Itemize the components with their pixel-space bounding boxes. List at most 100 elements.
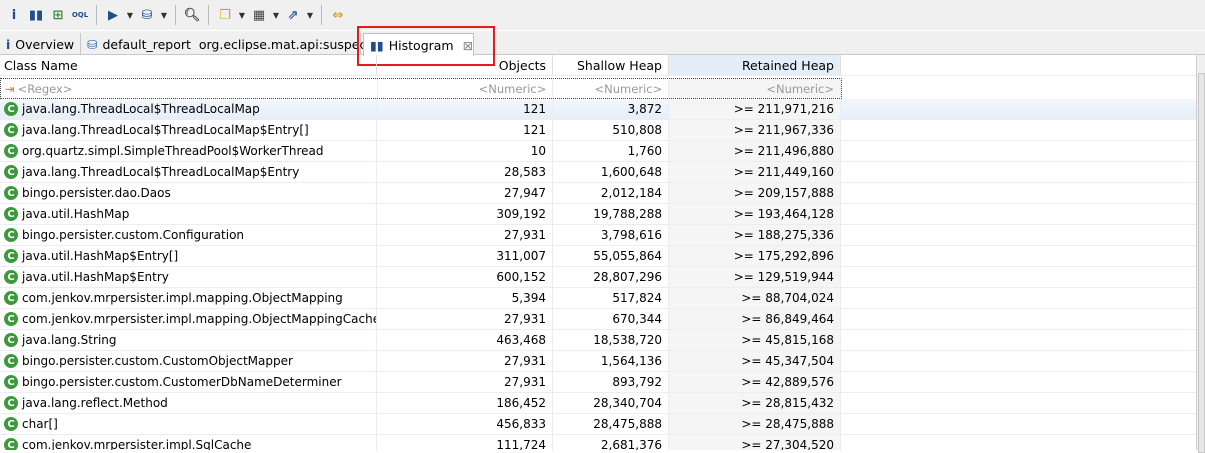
class-name-cell: Cjava.lang.ThreadLocal$ThreadLocalMap$En… bbox=[0, 120, 377, 140]
class-name: java.util.HashMap$Entry[] bbox=[22, 249, 179, 263]
table-row[interactable]: Cjava.util.HashMap$Entry[] 311,007 55,05… bbox=[0, 246, 1196, 267]
histogram-table: Class Name Objects Shallow Heap Retained… bbox=[0, 55, 1196, 450]
search-icon[interactable]: 🔍︎ bbox=[182, 5, 202, 25]
editor-tabs: i Overview ⛁ default_report org.eclipse.… bbox=[0, 31, 1205, 56]
chevron-down-icon[interactable]: ▼ bbox=[305, 11, 315, 20]
shallow-heap-filter[interactable]: <Numeric> bbox=[553, 79, 670, 98]
column-header-retained-heap[interactable]: Retained Heap bbox=[669, 55, 841, 75]
shallow-heap-cell: 3,798,616 bbox=[553, 225, 669, 245]
chevron-down-icon[interactable]: ▼ bbox=[271, 11, 281, 20]
class-icon: C bbox=[4, 165, 18, 179]
objects-cell: 28,583 bbox=[377, 162, 553, 182]
shallow-heap-cell: 55,055,864 bbox=[553, 246, 669, 266]
class-icon: C bbox=[4, 207, 18, 221]
separator bbox=[208, 5, 209, 25]
class-name-cell: Cjava.util.HashMap$Entry bbox=[0, 267, 377, 287]
objects-cell: 27,931 bbox=[377, 372, 553, 392]
class-icon: C bbox=[4, 438, 18, 450]
histogram-icon[interactable]: ▮▮ bbox=[26, 5, 46, 25]
scrollbar-thumb[interactable] bbox=[1198, 73, 1205, 453]
objects-cell: 27,931 bbox=[377, 225, 553, 245]
class-name-cell: Corg.quartz.simpl.SimpleThreadPool$Worke… bbox=[0, 141, 377, 161]
table-row[interactable]: Cbingo.persister.custom.CustomerDbNameDe… bbox=[0, 372, 1196, 393]
class-name-cell: Cjava.lang.ThreadLocal$ThreadLocalMap bbox=[0, 99, 377, 119]
oql-icon[interactable]: OQL bbox=[70, 5, 90, 25]
class-name-cell: Ccom.jenkov.mrpersister.impl.SqlCache bbox=[0, 435, 377, 450]
class-icon: C bbox=[4, 186, 18, 200]
class-name: com.jenkov.mrpersister.impl.mapping.Obje… bbox=[22, 312, 377, 326]
class-name-cell: Cjava.lang.ThreadLocal$ThreadLocalMap$En… bbox=[0, 162, 377, 182]
table-row[interactable]: Cbingo.persister.dao.Daos 27,947 2,012,1… bbox=[0, 183, 1196, 204]
separator bbox=[175, 5, 176, 25]
table-row[interactable]: Cjava.lang.ThreadLocal$ThreadLocalMap$En… bbox=[0, 120, 1196, 141]
table-row[interactable]: Corg.quartz.simpl.SimpleThreadPool$Worke… bbox=[0, 141, 1196, 162]
compare-icon[interactable]: ⇔ bbox=[328, 5, 348, 25]
objects-cell: 121 bbox=[377, 99, 553, 119]
class-name: char[] bbox=[22, 417, 58, 431]
query-browser-icon[interactable]: ⛁ bbox=[137, 5, 157, 25]
retained-heap-cell: >= 211,967,336 bbox=[669, 120, 841, 140]
group-icon[interactable]: ❐ bbox=[215, 5, 235, 25]
vertical-scrollbar[interactable] bbox=[1196, 55, 1205, 453]
column-header-class-name[interactable]: Class Name bbox=[0, 55, 377, 75]
class-name: bingo.persister.custom.CustomerDbNameDet… bbox=[22, 375, 342, 389]
shallow-heap-cell: 2,012,184 bbox=[553, 183, 669, 203]
filter-placeholder: <Regex> bbox=[17, 81, 73, 96]
retained-heap-cell: >= 175,292,896 bbox=[669, 246, 841, 266]
chevron-down-icon[interactable]: ▼ bbox=[125, 11, 135, 20]
run-report-icon[interactable]: ▶ bbox=[103, 5, 123, 25]
class-name-filter[interactable]: ⇥ <Regex> bbox=[1, 79, 378, 98]
shallow-heap-cell: 1,760 bbox=[553, 141, 669, 161]
objects-cell: 456,833 bbox=[377, 414, 553, 434]
table-row[interactable]: Cjava.util.HashMap 309,192 19,788,288 >=… bbox=[0, 204, 1196, 225]
retained-heap-filter[interactable]: <Numeric> bbox=[669, 79, 842, 98]
column-header-shallow-heap[interactable]: Shallow Heap bbox=[553, 55, 669, 75]
class-name-cell: Ccom.jenkov.mrpersister.impl.mapping.Obj… bbox=[0, 288, 377, 308]
class-name-cell: Cchar[] bbox=[0, 414, 377, 434]
table-header: Class Name Objects Shallow Heap Retained… bbox=[0, 55, 1196, 76]
class-name-cell: Cbingo.persister.custom.Configuration bbox=[0, 225, 377, 245]
dominator-tree-icon[interactable]: ⊞ bbox=[48, 5, 68, 25]
retained-heap-cell: >= 28,815,432 bbox=[669, 393, 841, 413]
class-icon: C bbox=[4, 270, 18, 284]
class-name: java.util.HashMap$Entry bbox=[22, 270, 169, 284]
class-name-cell: Cjava.util.HashMap bbox=[0, 204, 377, 224]
class-icon: C bbox=[4, 249, 18, 263]
shallow-heap-cell: 510,808 bbox=[553, 120, 669, 140]
class-name: bingo.persister.dao.Daos bbox=[22, 186, 171, 200]
info-icon: i bbox=[6, 36, 11, 52]
class-name: org.quartz.simpl.SimpleThreadPool$Worker… bbox=[22, 144, 324, 158]
retained-heap-cell: >= 45,815,168 bbox=[669, 330, 841, 350]
class-icon: C bbox=[4, 291, 18, 305]
class-icon: C bbox=[4, 228, 18, 242]
tab-default-report[interactable]: ⛁ default_report org.eclipse.mat.api:sus… bbox=[81, 33, 378, 55]
table-row[interactable]: Cjava.lang.reflect.Method 186,452 28,340… bbox=[0, 393, 1196, 414]
table-row[interactable]: Ccom.jenkov.mrpersister.impl.mapping.Obj… bbox=[0, 288, 1196, 309]
class-icon: C bbox=[4, 333, 18, 347]
table-row[interactable]: Ccom.jenkov.mrpersister.impl.mapping.Obj… bbox=[0, 309, 1196, 330]
column-header-objects[interactable]: Objects bbox=[377, 55, 553, 75]
chevron-down-icon[interactable]: ▼ bbox=[159, 11, 169, 20]
class-name-cell: Cbingo.persister.custom.CustomerDbNameDe… bbox=[0, 372, 377, 392]
calculator-icon[interactable]: ▦ bbox=[249, 5, 269, 25]
objects-filter[interactable]: <Numeric> bbox=[378, 79, 554, 98]
table-row[interactable]: Ccom.jenkov.mrpersister.impl.SqlCache 11… bbox=[0, 435, 1196, 450]
chevron-down-icon[interactable]: ▼ bbox=[237, 11, 247, 20]
export-icon[interactable]: ⇗ bbox=[283, 5, 303, 25]
info-icon[interactable]: i bbox=[4, 5, 24, 25]
class-name-cell: Cbingo.persister.custom.CustomObjectMapp… bbox=[0, 351, 377, 371]
table-row[interactable]: Cjava.util.HashMap$Entry 600,152 28,807,… bbox=[0, 267, 1196, 288]
objects-cell: 600,152 bbox=[377, 267, 553, 287]
class-name: com.jenkov.mrpersister.impl.SqlCache bbox=[22, 438, 252, 450]
table-row[interactable]: Cbingo.persister.custom.CustomObjectMapp… bbox=[0, 351, 1196, 372]
table-row[interactable]: Cjava.lang.ThreadLocal$ThreadLocalMap$En… bbox=[0, 162, 1196, 183]
table-row[interactable]: Cbingo.persister.custom.Configuration 27… bbox=[0, 225, 1196, 246]
report-icon: ⛁ bbox=[87, 36, 98, 52]
class-icon: C bbox=[4, 312, 18, 326]
table-row[interactable]: Cjava.lang.ThreadLocal$ThreadLocalMap 12… bbox=[0, 99, 1196, 120]
tab-overview[interactable]: i Overview bbox=[0, 33, 81, 55]
table-row[interactable]: Cchar[] 456,833 28,475,888 >= 28,475,888 bbox=[0, 414, 1196, 435]
class-icon: C bbox=[4, 102, 18, 116]
objects-cell: 311,007 bbox=[377, 246, 553, 266]
table-row[interactable]: Cjava.lang.String 463,468 18,538,720 >= … bbox=[0, 330, 1196, 351]
